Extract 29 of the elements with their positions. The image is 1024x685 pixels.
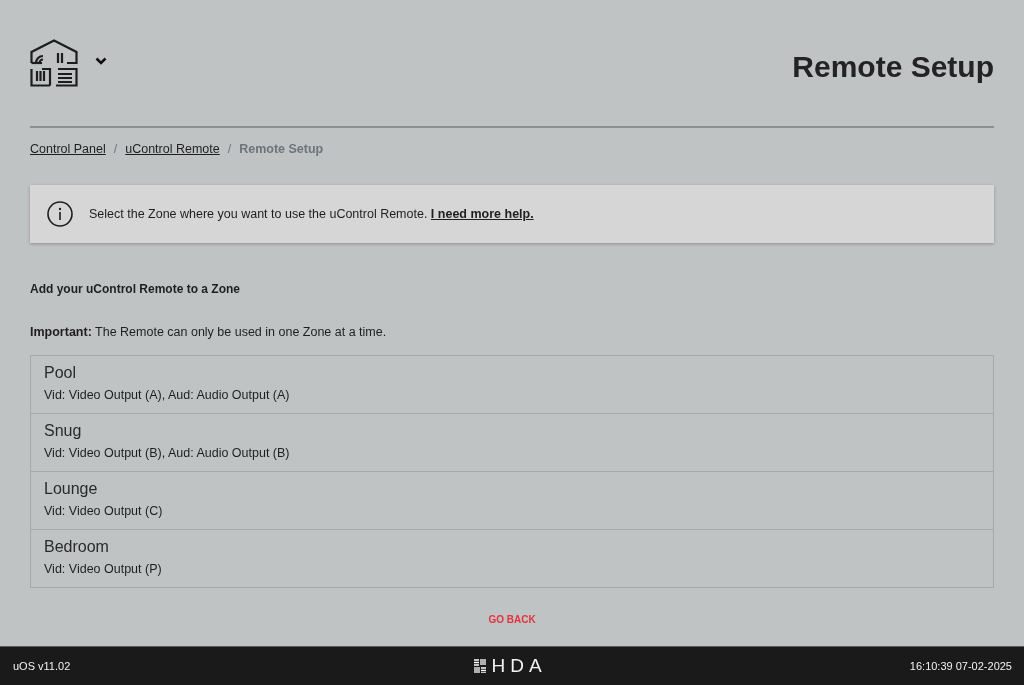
brand-name: HDA <box>491 655 547 677</box>
zone-item[interactable]: Snug Vid: Video Output (B), Aud: Audio Output (B) <box>31 413 993 471</box>
current-page-label: Remote Setup <box>239 141 324 157</box>
zone-item[interactable]: Pool Vid: Video Output (A), Aud: Audio Output (A) <box>31 356 993 413</box>
notice-text: Select the Zone where you want to use the uControl Remote. I need more help. <box>89 206 534 222</box>
zone-name: Pool <box>44 363 77 382</box>
version-label: uOS v11.02 <box>13 659 71 673</box>
page-title: Remote Setup <box>792 49 994 85</box>
help-link[interactable]: I need more help. <box>430 207 534 221</box>
info-icon <box>47 201 73 227</box>
caret-icon[interactable] <box>95 57 107 65</box>
zone-item[interactable]: Lounge Vid: Video Output (C) <box>31 471 993 529</box>
breadcrumb-link[interactable]: Control Panel <box>30 141 106 157</box>
zone-name: Bedroom <box>44 537 109 556</box>
zone-outputs: Vid: Video Output (P) <box>44 561 162 577</box>
zone-item[interactable]: Bedroom Vid: Video Output (P) <box>31 529 993 587</box>
zone-name: Lounge <box>44 479 98 498</box>
breadcrumb-link[interactable]: uControl Remote <box>125 141 220 157</box>
bars-logo-icon <box>473 659 486 673</box>
zone-outputs: Vid: Video Output (B), Aud: Audio Output (B) <box>44 445 290 461</box>
house-logo-icon <box>30 39 78 87</box>
important-note: Important: The Remote can only be used in one Zone at a time. <box>30 324 387 340</box>
date-time: 16:10:39 07-02-2025 <box>909 659 1012 673</box>
section-title: Add your uControl Remote to a Zone <box>30 282 240 297</box>
zone-outputs: Vid: Video Output (A), Aud: Audio Output (A) <box>44 387 290 403</box>
breadcrumb-separator: / <box>227 141 232 157</box>
breadcrumb-separator: / <box>113 141 118 157</box>
zone-name: Snug <box>44 421 82 440</box>
zone-outputs: Vid: Video Output (C) <box>44 503 163 519</box>
